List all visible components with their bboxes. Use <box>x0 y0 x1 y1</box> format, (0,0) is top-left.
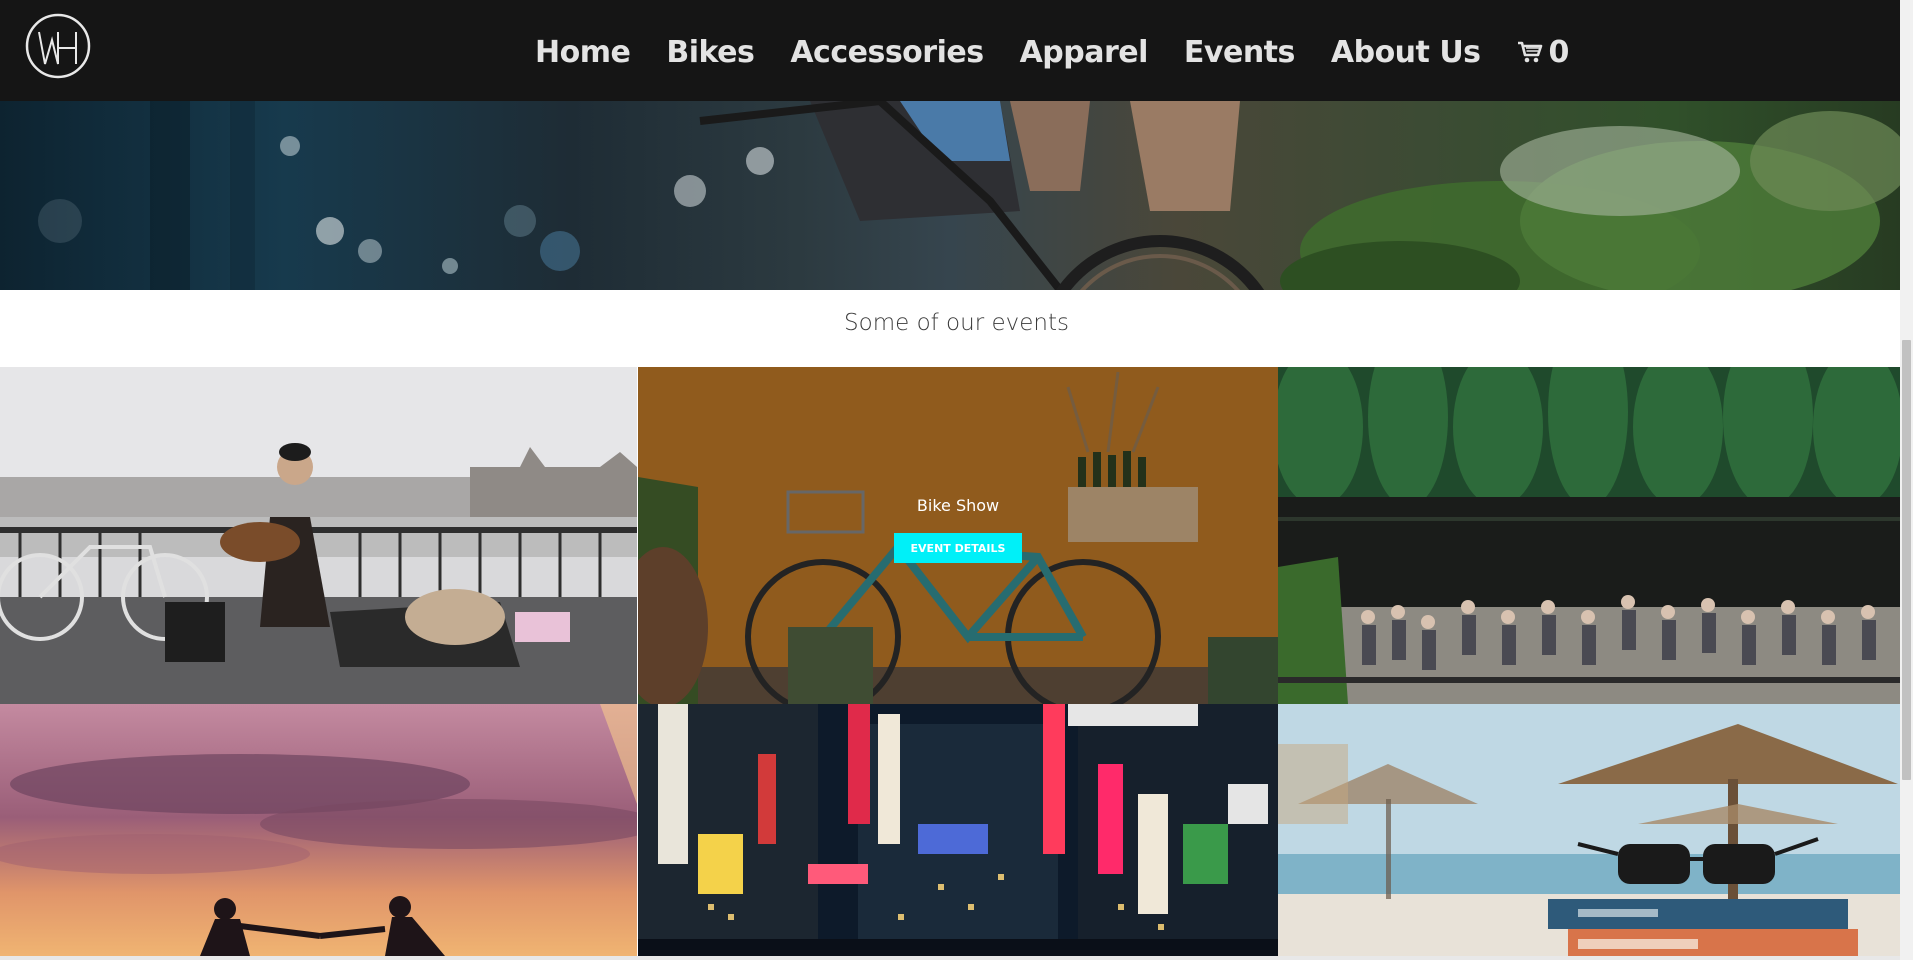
hero-banner-image <box>0 101 1900 290</box>
scrollbar-thumb[interactable] <box>1902 340 1911 780</box>
vertical-scrollbar[interactable] <box>1900 0 1913 960</box>
page: Home Bikes Accessories Apparel Events Ab… <box>0 0 1900 960</box>
nav-about-us-link[interactable]: About Us <box>1331 35 1481 70</box>
cart-icon <box>1517 41 1542 63</box>
event-tile-beach[interactable] <box>1278 704 1900 956</box>
event-tile-bike-show[interactable]: Bike Show EVENT DETAILS <box>638 367 1278 704</box>
wh-logo-icon[interactable] <box>24 12 92 80</box>
nav-accessories-link[interactable]: Accessories <box>790 35 984 70</box>
nav-bikes-link[interactable]: Bikes <box>666 35 755 70</box>
page-bottom-edge <box>0 956 1900 960</box>
event-details-button[interactable]: EVENT DETAILS <box>894 533 1022 563</box>
event-tile-street-musician[interactable] <box>0 367 637 704</box>
top-navigation-bar: Home Bikes Accessories Apparel Events Ab… <box>0 0 1900 101</box>
nav-events-link[interactable]: Events <box>1184 35 1295 70</box>
event-tile-sunset[interactable] <box>0 704 637 956</box>
section-title: Some of our events <box>844 310 1069 336</box>
nav-home-link[interactable]: Home <box>535 35 631 70</box>
nav-links: Home Bikes Accessories Apparel Events Ab… <box>535 27 1569 77</box>
event-hover-overlay: Bike Show EVENT DETAILS <box>638 367 1278 704</box>
event-tile-lake-gathering[interactable] <box>1278 367 1900 704</box>
cart-count: 0 <box>1548 34 1570 70</box>
nav-apparel-link[interactable]: Apparel <box>1020 35 1149 70</box>
event-title: Bike Show <box>916 496 1000 515</box>
event-tile-neon-city[interactable] <box>638 704 1278 956</box>
cart-link[interactable]: 0 <box>1517 34 1570 70</box>
